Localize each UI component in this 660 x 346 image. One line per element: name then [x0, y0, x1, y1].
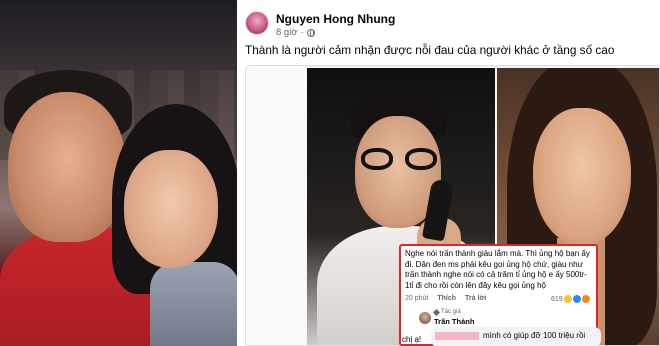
comment-text: Nghe nói trấn thành giàu lắm mà. Thì ủng…: [405, 249, 590, 290]
woman-face: [124, 150, 218, 268]
left-photo[interactable]: [0, 0, 237, 346]
comment-screenshot: Nghe nói trấn thành giàu lắm mà. Thì ủng…: [399, 244, 601, 346]
author-avatar[interactable]: [245, 11, 269, 35]
comment-reactions[interactable]: 619: [551, 295, 590, 303]
reply-bubble: mình có giúp đỡ 100 triệu rồi: [431, 327, 601, 346]
reaction-count: 619: [551, 295, 563, 303]
reply-text: mình có giúp đỡ 100 triệu rồi: [483, 331, 586, 340]
author-badge: Tác giả: [432, 308, 461, 316]
comment-reply-button[interactable]: Trả lời: [465, 295, 486, 302]
pen-icon: [432, 308, 441, 316]
globe-icon[interactable]: [306, 28, 315, 37]
reply-avatar[interactable]: [419, 312, 431, 324]
haha-icon: [563, 295, 572, 303]
comment-actions: 20 phút Thích Trả lời: [405, 295, 486, 302]
post-meta: 8 giờ ·: [276, 27, 315, 38]
comment-like-button[interactable]: Thích: [437, 295, 456, 302]
author-badge-label: Tác giả: [441, 309, 461, 315]
media-padding: [246, 66, 306, 345]
reply-text-continued: chị ạ!: [402, 335, 422, 344]
face: [533, 108, 631, 246]
woman-top: [150, 262, 237, 346]
post-time[interactable]: 8 giờ: [276, 27, 298, 38]
meta-separator: ·: [300, 27, 304, 38]
redacted-name: [435, 332, 479, 340]
post-caption: Thành là người cảm nhận được nỗi đau của…: [245, 43, 615, 57]
like-icon: [572, 295, 581, 303]
reply-author-name[interactable]: Trấn Thành: [434, 317, 474, 326]
comment-time: 20 phút: [405, 295, 429, 302]
man-face: [8, 92, 126, 242]
glasses: [361, 148, 437, 170]
post-author-name[interactable]: Nguyen Hong Nhung: [276, 12, 395, 26]
sad-icon: [581, 295, 590, 303]
